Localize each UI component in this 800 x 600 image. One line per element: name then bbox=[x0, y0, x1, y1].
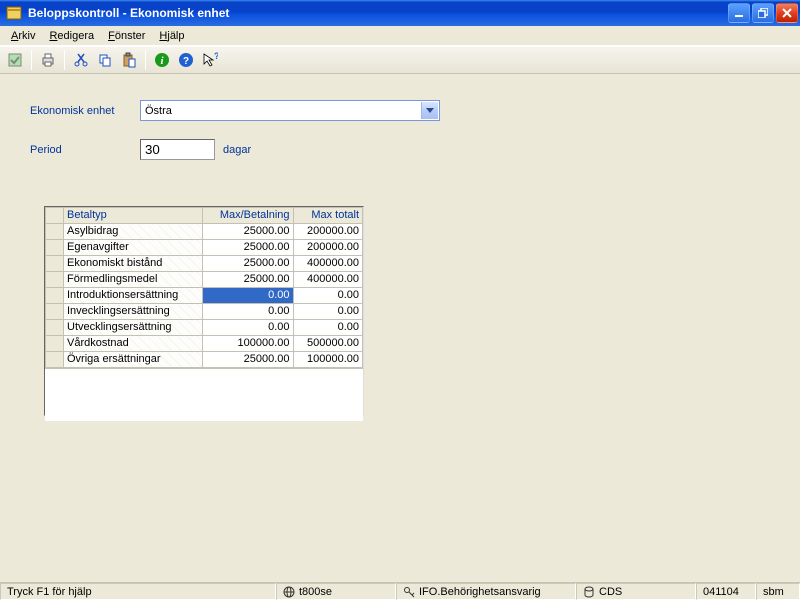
title-bar: Beloppskontroll - Ekonomisk enhet bbox=[0, 0, 800, 26]
window-controls bbox=[728, 3, 798, 23]
copy-button[interactable] bbox=[94, 49, 116, 71]
grid-empty-area bbox=[45, 368, 363, 421]
minimize-button[interactable] bbox=[728, 3, 750, 23]
toolbar-separator bbox=[64, 50, 65, 70]
save-button[interactable] bbox=[4, 49, 26, 71]
svg-text:?: ? bbox=[214, 52, 218, 61]
app-icon bbox=[6, 5, 22, 21]
cell-betaltyp[interactable]: Introduktionsersättning bbox=[64, 288, 203, 304]
col-maxtotalt[interactable]: Max totalt bbox=[293, 208, 362, 224]
cut-button[interactable] bbox=[70, 49, 92, 71]
row-header[interactable] bbox=[46, 288, 64, 304]
table-row[interactable]: Egenavgifter25000.00200000.00 bbox=[46, 240, 363, 256]
table-row[interactable]: Introduktionsersättning0.000.00 bbox=[46, 288, 363, 304]
cell-betaltyp[interactable]: Utvecklingsersättning bbox=[64, 320, 203, 336]
cell-betaltyp[interactable]: Övriga ersättningar bbox=[64, 352, 203, 368]
content-area: Ekonomisk enhet Östra Period dagar Betal… bbox=[0, 74, 800, 582]
table-row[interactable]: Vårdkostnad100000.00500000.00 bbox=[46, 336, 363, 352]
row-header[interactable] bbox=[46, 272, 64, 288]
cell-maxbetalning[interactable]: 25000.00 bbox=[203, 272, 293, 288]
col-betaltyp[interactable]: Betaltyp bbox=[64, 208, 203, 224]
maximize-button[interactable] bbox=[752, 3, 774, 23]
key-icon bbox=[403, 586, 415, 598]
cell-maxtotalt[interactable]: 200000.00 bbox=[293, 240, 362, 256]
cell-maxbetalning[interactable]: 25000.00 bbox=[203, 240, 293, 256]
menu-bar: Arkiv Redigera Fönster Hjälp bbox=[0, 26, 800, 46]
table-row[interactable]: Invecklingsersättning0.000.00 bbox=[46, 304, 363, 320]
ekonomisk-enhet-value: Östra bbox=[145, 105, 172, 117]
menu-redigera[interactable]: Redigera bbox=[42, 28, 101, 44]
cell-maxtotalt[interactable]: 400000.00 bbox=[293, 272, 362, 288]
table-row[interactable]: Asylbidrag25000.00200000.00 bbox=[46, 224, 363, 240]
ekonomisk-enhet-select[interactable]: Östra bbox=[140, 100, 440, 121]
menu-arkiv[interactable]: Arkiv bbox=[4, 28, 42, 44]
menu-fonster[interactable]: Fönster bbox=[101, 28, 152, 44]
period-unit: dagar bbox=[223, 144, 251, 156]
betaltyp-grid[interactable]: Betaltyp Max/Betalning Max totalt Asylbi… bbox=[44, 206, 364, 416]
row-header[interactable] bbox=[46, 352, 64, 368]
cell-maxbetalning[interactable]: 100000.00 bbox=[203, 336, 293, 352]
row-header[interactable] bbox=[46, 320, 64, 336]
svg-text:?: ? bbox=[183, 56, 189, 67]
cell-maxtotalt[interactable]: 200000.00 bbox=[293, 224, 362, 240]
status-role: IFO.Behörighetsansvarig bbox=[396, 583, 576, 600]
table-row[interactable]: Ekonomiskt bistånd25000.00400000.00 bbox=[46, 256, 363, 272]
cell-maxtotalt[interactable]: 500000.00 bbox=[293, 336, 362, 352]
cell-betaltyp[interactable]: Asylbidrag bbox=[64, 224, 203, 240]
row-header[interactable] bbox=[46, 256, 64, 272]
table-row[interactable]: Övriga ersättningar25000.00100000.00 bbox=[46, 352, 363, 368]
row-header[interactable] bbox=[46, 304, 64, 320]
globe-icon bbox=[283, 586, 295, 598]
status-bar: Tryck F1 för hjälp t800se IFO.Behörighet… bbox=[0, 582, 800, 600]
cell-betaltyp[interactable]: Vårdkostnad bbox=[64, 336, 203, 352]
status-date: 041104 bbox=[696, 583, 756, 600]
period-label: Period bbox=[30, 144, 140, 156]
status-db: CDS bbox=[576, 583, 696, 600]
toolbar: i ? ? bbox=[0, 46, 800, 74]
ekonomisk-enhet-label: Ekonomisk enhet bbox=[30, 105, 140, 117]
cell-betaltyp[interactable]: Egenavgifter bbox=[64, 240, 203, 256]
info-button[interactable]: i bbox=[151, 49, 173, 71]
status-server: t800se bbox=[276, 583, 396, 600]
cell-maxtotalt[interactable]: 100000.00 bbox=[293, 352, 362, 368]
row-header[interactable] bbox=[46, 224, 64, 240]
window-title: Beloppskontroll - Ekonomisk enhet bbox=[28, 6, 728, 20]
chevron-down-icon[interactable] bbox=[421, 102, 438, 119]
print-button[interactable] bbox=[37, 49, 59, 71]
cell-betaltyp[interactable]: Invecklingsersättning bbox=[64, 304, 203, 320]
cell-maxbetalning[interactable]: 0.00 bbox=[203, 288, 293, 304]
table-row[interactable]: Utvecklingsersättning0.000.00 bbox=[46, 320, 363, 336]
cell-maxbetalning[interactable]: 0.00 bbox=[203, 304, 293, 320]
cell-maxbetalning[interactable]: 25000.00 bbox=[203, 352, 293, 368]
grid-corner[interactable] bbox=[46, 208, 64, 224]
cell-betaltyp[interactable]: Förmedlingsmedel bbox=[64, 272, 203, 288]
database-icon bbox=[583, 586, 595, 598]
cell-maxtotalt[interactable]: 0.00 bbox=[293, 304, 362, 320]
paste-button[interactable] bbox=[118, 49, 140, 71]
cell-maxtotalt[interactable]: 400000.00 bbox=[293, 256, 362, 272]
cell-maxtotalt[interactable]: 0.00 bbox=[293, 288, 362, 304]
status-help: Tryck F1 för hjälp bbox=[0, 583, 276, 600]
status-user: sbm bbox=[756, 583, 800, 600]
toolbar-separator bbox=[31, 50, 32, 70]
cell-maxtotalt[interactable]: 0.00 bbox=[293, 320, 362, 336]
cell-betaltyp[interactable]: Ekonomiskt bistånd bbox=[64, 256, 203, 272]
col-maxbetalning[interactable]: Max/Betalning bbox=[203, 208, 293, 224]
close-button[interactable] bbox=[776, 3, 798, 23]
help-pointer-button[interactable]: ? bbox=[199, 49, 221, 71]
cell-maxbetalning[interactable]: 0.00 bbox=[203, 320, 293, 336]
table-row[interactable]: Förmedlingsmedel25000.00400000.00 bbox=[46, 272, 363, 288]
row-header[interactable] bbox=[46, 240, 64, 256]
menu-hjalp[interactable]: Hjälp bbox=[152, 28, 191, 44]
help-button[interactable]: ? bbox=[175, 49, 197, 71]
row-header[interactable] bbox=[46, 336, 64, 352]
period-input[interactable] bbox=[140, 139, 215, 160]
toolbar-separator bbox=[145, 50, 146, 70]
cell-maxbetalning[interactable]: 25000.00 bbox=[203, 256, 293, 272]
cell-maxbetalning[interactable]: 25000.00 bbox=[203, 224, 293, 240]
